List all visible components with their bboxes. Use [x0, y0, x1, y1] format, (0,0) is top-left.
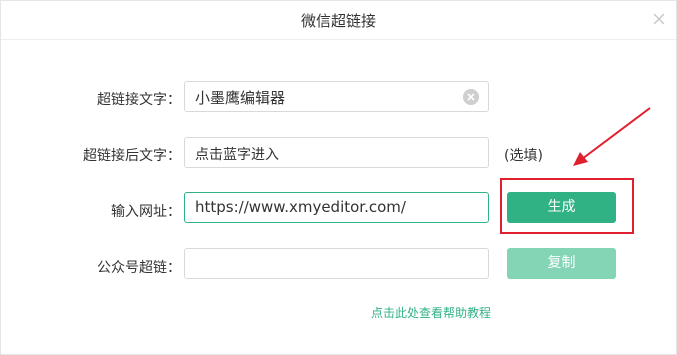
after-text-label: 超链接后文字： — [83, 148, 181, 164]
link-text-value[interactable]: 小墨鹰编辑器 — [195, 87, 285, 108]
mp-link-label: 公众号超链： — [97, 260, 181, 276]
hyperlink-dialog: 微信超链接 超链接文字： 小墨鹰编辑器 超链接后文字： 点击蓝字进入 (选填) … — [0, 0, 677, 355]
url-label: 输入网址： — [111, 204, 181, 220]
link-text-label: 超链接文字： — [97, 92, 181, 108]
close-icon[interactable] — [651, 11, 667, 27]
link-text-input[interactable]: 小墨鹰编辑器 — [184, 81, 489, 112]
optional-hint: (选填) — [504, 148, 543, 164]
help-tutorial-link[interactable]: 点击此处查看帮助教程 — [371, 304, 491, 321]
url-value[interactable]: https://www.xmyeditor.com/ — [195, 198, 406, 216]
copy-button[interactable]: 复制 — [507, 248, 616, 279]
after-text-input[interactable]: 点击蓝字进入 — [184, 137, 489, 168]
mp-link-input[interactable] — [184, 248, 489, 279]
after-text-value[interactable]: 点击蓝字进入 — [195, 144, 279, 164]
dialog-title: 微信超链接 — [300, 12, 376, 30]
clear-icon[interactable] — [463, 89, 479, 105]
annotation-highlight-box — [500, 178, 634, 234]
url-input[interactable]: https://www.xmyeditor.com/ — [184, 192, 489, 223]
dialog-header: 微信超链接 — [1, 1, 676, 40]
annotation-arrow-icon — [573, 107, 651, 166]
